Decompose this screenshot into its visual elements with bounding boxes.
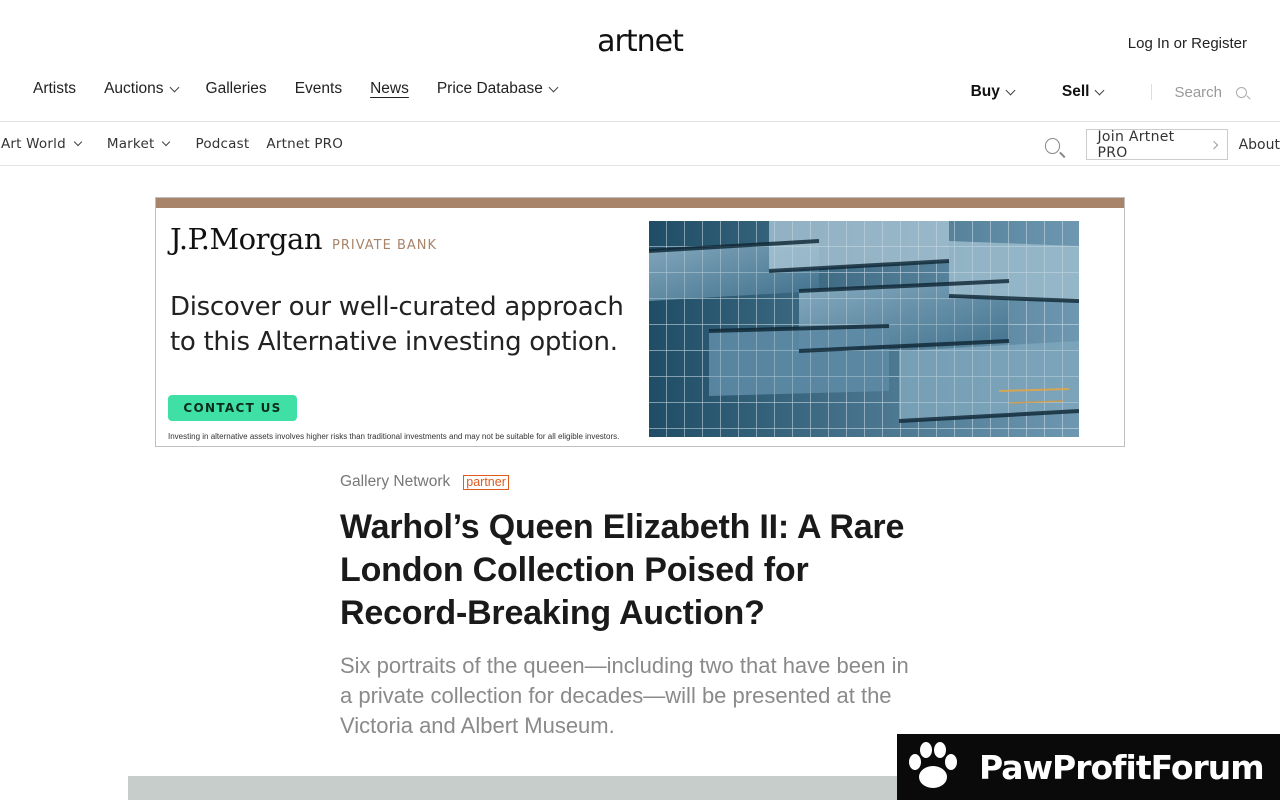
subnav-right: Join Artnet PRO About [1045,128,1280,161]
sell-menu[interactable]: Sell [1061,83,1105,101]
hero-image-top [128,776,908,800]
subnav-art-world[interactable]: Art World [1,136,83,152]
article-dek: Six portraits of the queen—including two… [340,653,909,738]
ad-headline: Discover our well-curated approach to th… [170,292,624,357]
pawprofitforum-watermark: PawProfitForum [897,734,1280,800]
buy-label: Buy [970,83,1000,100]
jpmorgan-logo: J.P.Morgan [170,222,323,256]
search-icon[interactable] [1236,86,1247,98]
subnav-market-label: Market [106,136,155,152]
artnet-logo[interactable]: artnet [0,24,1280,59]
building-illustration [649,221,1079,437]
chevron-down-icon [73,137,83,147]
subnav-artnet-pro[interactable]: Artnet PRO [266,136,343,152]
subnav-artnet-pro-label: Artnet PRO [266,136,344,152]
search-icon[interactable] [1045,137,1061,154]
article-kicker: Gallery Network partner [340,473,509,491]
news-subnav: Art World Market Podcast Artnet PRO [1,136,360,152]
article-title: Warhol’s Queen Elizabeth II: A Rare Lond… [340,508,905,632]
jpmorgan-ad-banner[interactable]: J.P.Morgan PRIVATE BANK Discover our wel… [155,197,1125,447]
private-bank-label: PRIVATE BANK [332,238,437,253]
nav-price-database-label: Price Database [436,80,543,97]
nav-events[interactable]: Events [295,80,342,98]
partner-badge: partner [463,474,509,490]
search-placeholder: Search [1174,83,1222,101]
chevron-right-icon [1209,140,1218,149]
buy-menu[interactable]: Buy [970,83,1016,101]
nav-divider [1151,84,1153,100]
contact-us-button[interactable]: CONTACT US [168,395,297,421]
nav-events-label: Events [294,80,343,97]
nav-galleries[interactable]: Galleries [206,80,267,98]
chevron-down-icon [169,82,179,92]
login-register-link[interactable]: Log In or Register [1128,35,1247,52]
nav-artists[interactable]: Artists [33,80,76,98]
header-divider [0,121,1280,122]
ad-brand: J.P.Morgan PRIVATE BANK [170,222,437,256]
right-nav: Buy Sell Search [971,80,1247,104]
ad-accent-bar [156,198,1124,208]
nav-auctions-label: Auctions [104,80,164,97]
watermark-text: PawProfitForum [979,747,1265,787]
subnav-about[interactable]: About [1239,137,1280,153]
join-pro-label: Join Artnet PRO [1097,128,1175,161]
nav-price-database[interactable]: Price Database [436,80,559,98]
ad-building-image [649,221,1079,437]
chevron-down-icon [548,82,559,92]
subnav-podcast-label: Podcast [195,136,250,152]
subnav-divider [0,165,1280,166]
nav-news[interactable]: News [370,80,409,98]
subnav-podcast[interactable]: Podcast [195,136,249,152]
nav-galleries-label: Galleries [205,80,267,97]
subnav-art-world-label: Art World [1,136,66,152]
chevron-down-icon [1005,85,1016,95]
chevron-down-icon [162,137,171,147]
nav-news-label: News [370,80,409,97]
main-nav: Artists Auctions Galleries Events News P… [33,80,585,98]
sell-label: Sell [1061,83,1090,100]
category-link[interactable]: Gallery Network [340,473,450,491]
chevron-down-icon [1095,85,1105,95]
search-field[interactable]: Search [1174,84,1247,101]
ad-disclaimer: Investing in alternative assets involves… [168,432,620,441]
paw-icon [909,742,957,788]
join-pro-button[interactable]: Join Artnet PRO [1086,128,1228,161]
nav-artists-label: Artists [33,80,77,97]
nav-auctions[interactable]: Auctions [104,80,179,98]
subnav-market[interactable]: Market [106,136,171,152]
